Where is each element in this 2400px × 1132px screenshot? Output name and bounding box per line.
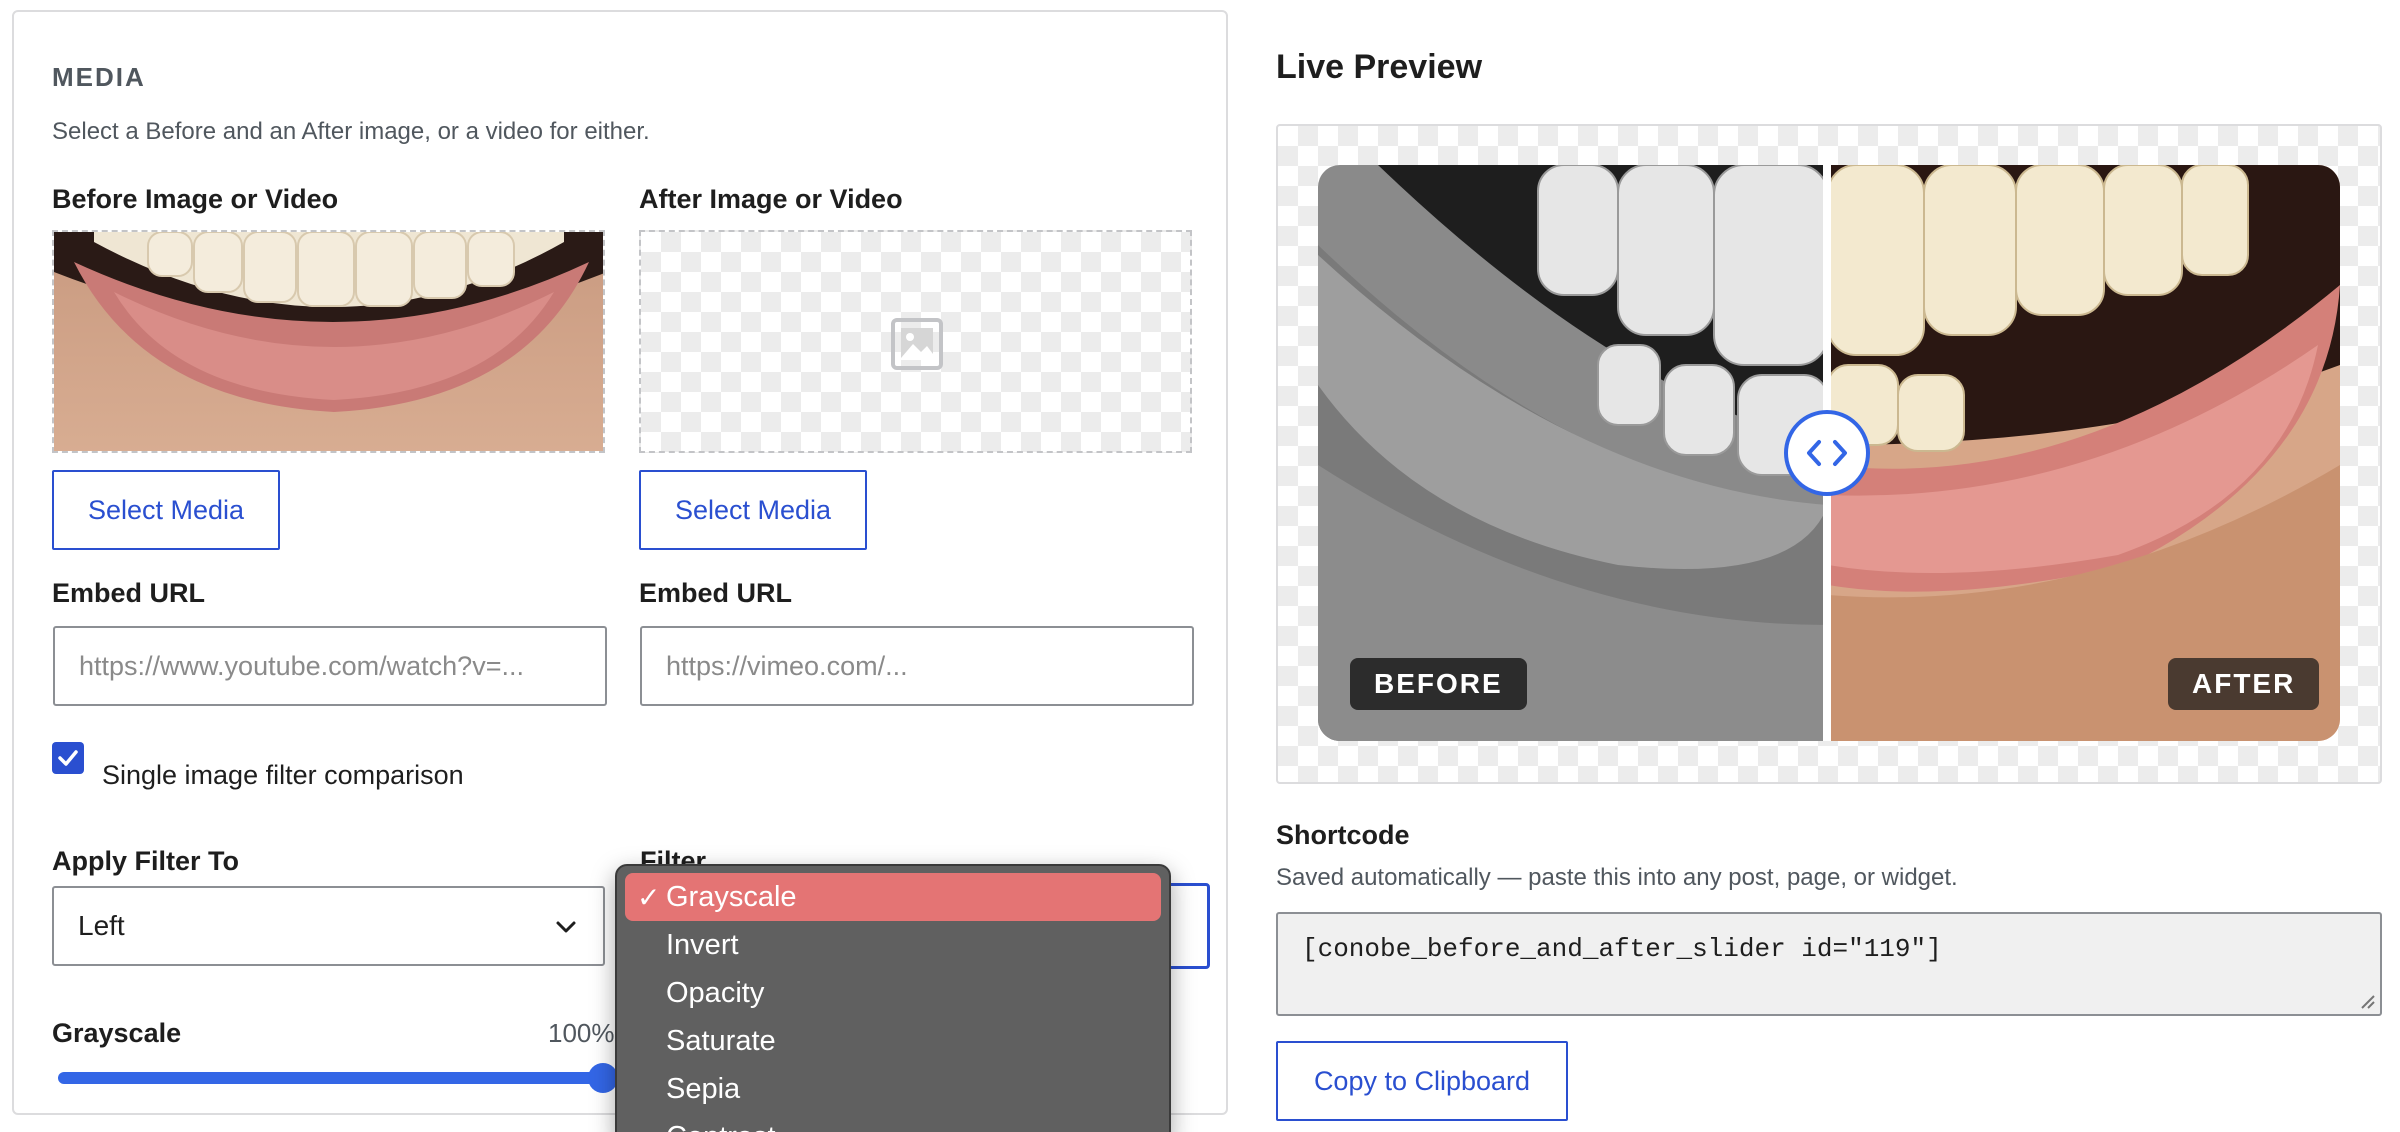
before-badge: BEFORE — [1350, 658, 1527, 710]
editor-page: MEDIA Select a Before and an After image… — [0, 0, 2400, 1132]
apply-filter-label: Apply Filter To — [52, 846, 239, 876]
shortcode-description: Saved automatically — paste this into an… — [1276, 864, 1958, 891]
preview-after-image — [1827, 165, 2340, 741]
single-filter-label: Single image filter comparison — [102, 760, 464, 790]
single-filter-checkbox[interactable] — [52, 742, 84, 774]
media-heading: MEDIA — [52, 62, 146, 92]
shortcode-value: [conobe_before_and_after_slider id="119"… — [1302, 934, 1942, 964]
filter-option-saturate[interactable]: Saturate — [617, 1017, 1169, 1065]
after-media-thumbnail[interactable] — [639, 230, 1192, 453]
filter-option-grayscale[interactable]: ✓ Grayscale — [625, 873, 1161, 921]
drag-arrows-icon — [1807, 440, 1847, 466]
intensity-slider-track[interactable] — [58, 1072, 602, 1084]
after-badge: AFTER — [2168, 658, 2320, 710]
before-smile-image — [54, 232, 603, 451]
resize-grip-icon[interactable] — [2358, 992, 2376, 1010]
intensity-label: Grayscale — [52, 1018, 182, 1048]
after-media-label: After Image or Video — [639, 184, 903, 214]
checkmark-icon — [58, 750, 78, 766]
before-embed-url-input[interactable] — [53, 626, 607, 706]
comparison-drag-handle[interactable] — [1784, 410, 1870, 496]
after-embed-label: Embed URL — [639, 578, 793, 608]
media-description: Select a Before and an After image, or a… — [52, 118, 650, 145]
image-placeholder-icon — [891, 318, 943, 375]
preview-before-image — [1318, 165, 1829, 741]
before-select-media-button[interactable]: Select Media — [52, 470, 280, 550]
copy-to-clipboard-button[interactable]: Copy to Clipboard — [1276, 1041, 1568, 1121]
before-media-label: Before Image or Video — [52, 184, 339, 214]
intensity-value: 100% — [548, 1018, 615, 1048]
after-select-media-button[interactable]: Select Media — [639, 470, 867, 550]
shortcode-label: Shortcode — [1276, 820, 1410, 850]
filter-option-sepia[interactable]: Sepia — [617, 1065, 1169, 1113]
after-embed-url-input[interactable] — [640, 626, 1194, 706]
live-preview-title: Live Preview — [1276, 48, 1483, 86]
selected-check-icon: ✓ — [637, 881, 661, 913]
filter-option-invert[interactable]: Invert — [617, 921, 1169, 969]
intensity-slider-thumb[interactable] — [588, 1063, 618, 1093]
before-embed-label: Embed URL — [52, 578, 206, 608]
shortcode-textarea[interactable]: [conobe_before_and_after_slider id="119"… — [1276, 912, 2382, 1016]
before-media-thumbnail[interactable] — [52, 230, 605, 453]
apply-filter-select[interactable]: Left — [52, 886, 605, 966]
filter-option-opacity[interactable]: Opacity — [617, 969, 1169, 1017]
filter-dropdown-menu: ✓ Grayscale Invert Opacity Saturate Sepi… — [615, 864, 1171, 1132]
chevron-down-icon — [553, 914, 579, 947]
filter-option-contrast[interactable]: Contrast — [617, 1113, 1169, 1132]
apply-filter-value: Left — [78, 910, 125, 941]
